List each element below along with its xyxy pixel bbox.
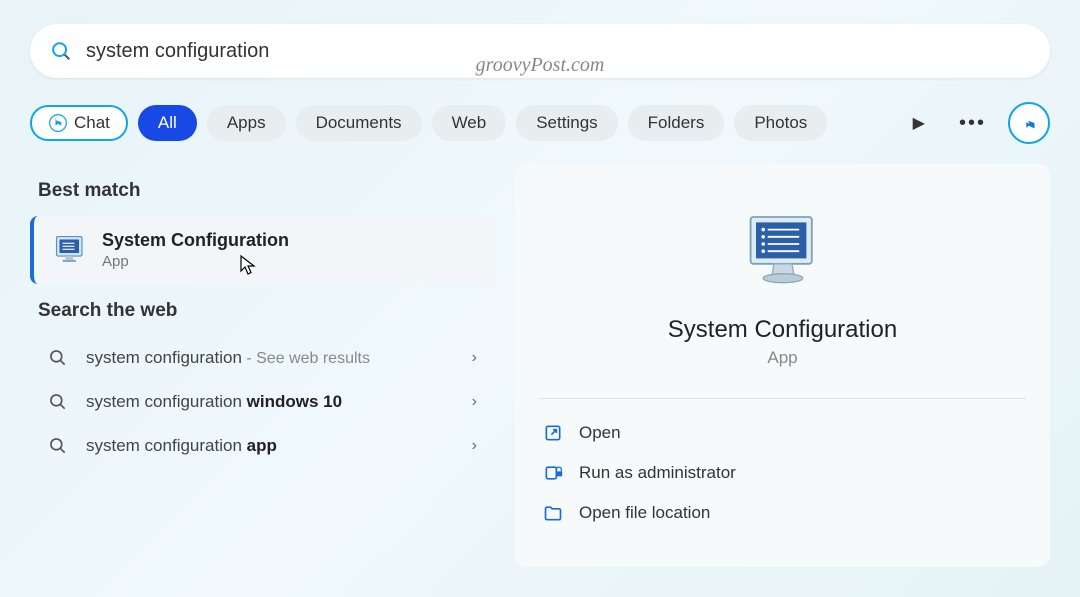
detail-title: System Configuration: [539, 316, 1026, 344]
folder-icon: [543, 503, 563, 523]
web-text-bold: app: [247, 436, 277, 455]
filter-tab-folders[interactable]: Folders: [628, 105, 725, 141]
best-match-title: System Configuration: [102, 230, 477, 251]
system-configuration-icon: [52, 232, 88, 268]
filter-tab-all[interactable]: All: [138, 105, 197, 141]
web-text-prefix: system configuration: [86, 436, 247, 455]
filter-tab-documents[interactable]: Documents: [296, 105, 422, 141]
filter-tab-settings[interactable]: Settings: [516, 105, 617, 141]
best-match-subtitle: App: [102, 253, 477, 270]
action-label: Run as administrator: [579, 463, 736, 483]
action-open[interactable]: Open: [539, 413, 1026, 453]
web-result-0[interactable]: system configuration - See web results ›: [30, 336, 495, 380]
chevron-right-icon: ›: [472, 349, 477, 367]
more-options-icon[interactable]: •••: [947, 112, 998, 135]
action-run-as-admin[interactable]: Run as administrator: [539, 453, 1026, 493]
filter-row: Chat All Apps Documents Web Settings Fol…: [30, 102, 1050, 144]
web-text-bold: windows 10: [247, 392, 342, 411]
filter-tab-photos[interactable]: Photos: [734, 105, 827, 141]
chat-button[interactable]: Chat: [30, 105, 128, 141]
chevron-right-icon: ›: [472, 437, 477, 455]
filter-tab-web[interactable]: Web: [432, 105, 507, 141]
search-icon: [48, 436, 68, 456]
chat-label: Chat: [74, 113, 110, 133]
search-icon: [50, 40, 72, 62]
more-filters-arrow-icon[interactable]: ▶: [901, 113, 937, 133]
web-text-suffix: - See web results: [242, 350, 370, 367]
bing-button[interactable]: [1008, 102, 1050, 144]
action-open-location[interactable]: Open file location: [539, 493, 1026, 533]
search-web-header: Search the web: [38, 300, 487, 322]
action-label: Open: [579, 423, 621, 443]
web-text-prefix: system configuration: [86, 348, 242, 367]
search-icon: [48, 348, 68, 368]
system-configuration-large-icon: [738, 208, 828, 298]
detail-subtitle: App: [539, 348, 1026, 368]
open-icon: [543, 423, 563, 443]
best-match-result[interactable]: System Configuration App: [30, 216, 495, 284]
search-input[interactable]: [86, 40, 1030, 63]
search-bar[interactable]: [30, 24, 1050, 78]
shield-admin-icon: [543, 463, 563, 483]
web-text-prefix: system configuration: [86, 392, 247, 411]
results-column: Best match System Configuration App: [30, 164, 495, 567]
search-icon: [48, 392, 68, 412]
action-label: Open file location: [579, 503, 710, 523]
web-result-1[interactable]: system configuration windows 10 ›: [30, 380, 495, 424]
filter-tab-apps[interactable]: Apps: [207, 105, 286, 141]
detail-panel: System Configuration App Open Run as adm…: [515, 164, 1050, 567]
chevron-right-icon: ›: [472, 393, 477, 411]
bing-icon: [1018, 112, 1040, 134]
bing-chat-icon: [48, 113, 68, 133]
web-result-2[interactable]: system configuration app ›: [30, 424, 495, 468]
divider: [539, 398, 1026, 399]
best-match-header: Best match: [38, 180, 487, 202]
